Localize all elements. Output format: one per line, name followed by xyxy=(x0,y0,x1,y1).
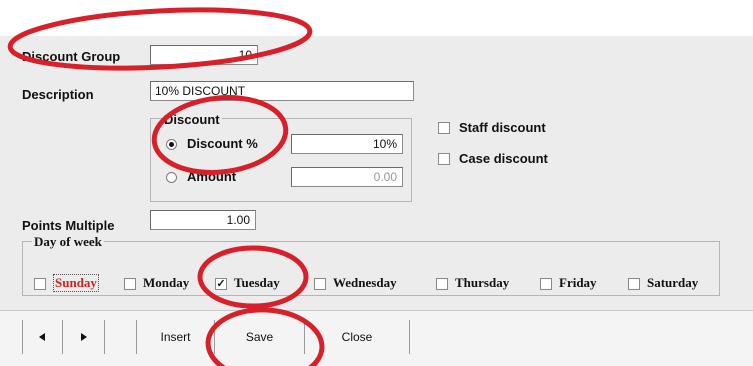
day-of-week-title: Day of week xyxy=(32,234,104,250)
friday-checkbox[interactable] xyxy=(540,278,552,290)
wednesday-label: Wednesday xyxy=(333,275,397,290)
amount-radio[interactable] xyxy=(166,172,177,183)
discount-percent-radio[interactable] xyxy=(166,139,177,150)
next-arrow-icon xyxy=(81,333,87,341)
tuesday-checkbox[interactable]: ✓ xyxy=(215,278,227,290)
close-button[interactable]: Close xyxy=(304,320,410,354)
monday-label: Monday xyxy=(143,275,190,290)
discount-group-field[interactable]: 10 xyxy=(150,45,258,65)
monday-checkbox[interactable] xyxy=(124,278,136,290)
toolbar-spacer xyxy=(104,320,136,354)
sunday-label: Sunday xyxy=(53,274,99,292)
amount-field[interactable]: 0.00 xyxy=(291,167,403,187)
thursday-checkbox[interactable] xyxy=(436,278,448,290)
sunday-checkbox[interactable] xyxy=(34,278,46,290)
case-discount-checkbox[interactable] xyxy=(438,153,450,165)
case-discount-label: Case discount xyxy=(459,151,548,166)
discount-percent-option-label: Discount % xyxy=(187,136,258,151)
description-label: Description xyxy=(22,87,94,102)
discount-group-box xyxy=(150,118,412,202)
previous-button[interactable] xyxy=(22,320,62,354)
tuesday-label: Tuesday xyxy=(234,275,280,290)
amount-option-label: Amount xyxy=(187,169,237,184)
insert-button[interactable]: Insert xyxy=(136,320,214,354)
points-multiple-field[interactable]: 1.00 xyxy=(150,210,256,230)
discount-percent-field[interactable]: 10% xyxy=(291,134,403,154)
staff-discount-label: Staff discount xyxy=(459,120,546,135)
wednesday-checkbox[interactable] xyxy=(314,278,326,290)
next-button[interactable] xyxy=(62,320,104,354)
friday-label: Friday xyxy=(559,275,597,290)
thursday-label: Thursday xyxy=(455,275,510,290)
staff-discount-checkbox[interactable] xyxy=(438,122,450,134)
saturday-checkbox[interactable] xyxy=(628,278,640,290)
discount-group-label: Discount Group xyxy=(22,49,121,64)
description-field[interactable]: 10% DISCOUNT xyxy=(150,81,414,101)
saturday-label: Saturday xyxy=(647,275,699,290)
points-multiple-label: Points Multiple xyxy=(22,218,115,233)
previous-arrow-icon xyxy=(39,333,45,341)
save-button[interactable]: Save xyxy=(214,320,304,354)
discount-group-title: Discount xyxy=(162,112,222,127)
